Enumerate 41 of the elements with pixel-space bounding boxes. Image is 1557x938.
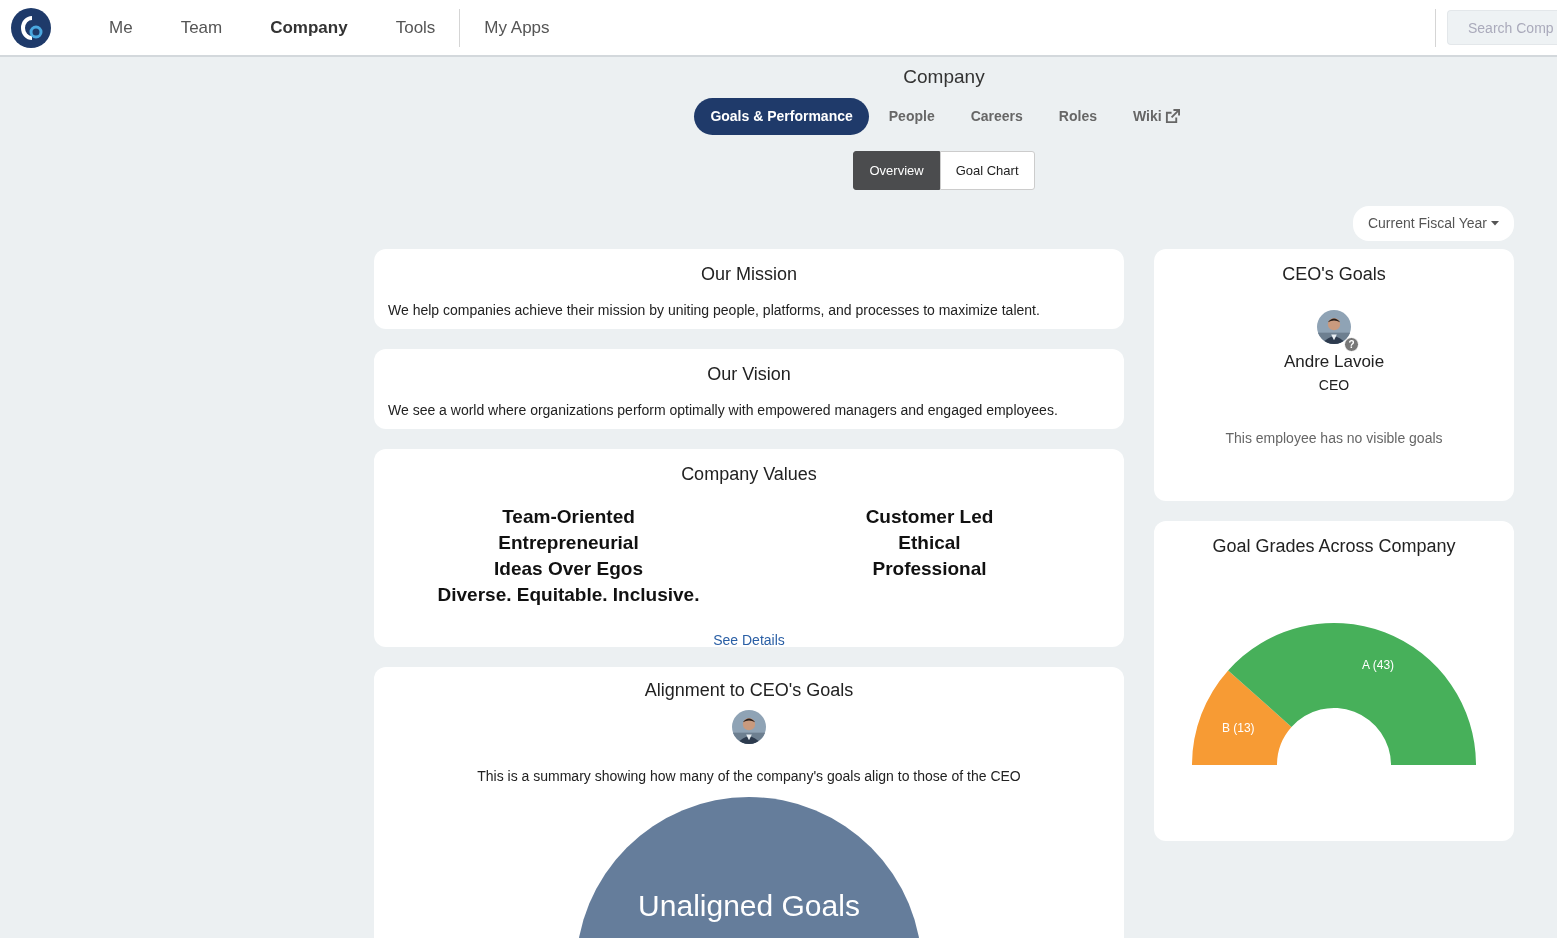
value-text: Professional — [871, 557, 988, 581]
tab[interactable]: Goals & Performance — [694, 97, 869, 135]
card-title: Our Mission — [700, 263, 798, 286]
card-title: Goal Grades Across Company — [1211, 535, 1457, 558]
person-name: Andre Lavoie — [1282, 351, 1386, 373]
value-text: Entrepreneurial — [497, 531, 640, 555]
tab[interactable]: Careers — [954, 97, 1039, 135]
see-details-link[interactable]: See Details — [713, 632, 785, 648]
nav-link[interactable]: Tools — [371, 14, 460, 41]
nav-link[interactable]: Team — [156, 14, 247, 41]
nav-link[interactable]: My Apps — [460, 14, 574, 41]
period-dropdown[interactable]: Current Fiscal Year — [1352, 206, 1514, 241]
external-link-icon — [1164, 108, 1180, 124]
help-badge[interactable]: ? — [1344, 337, 1359, 352]
card-title: Our Vision — [706, 363, 792, 386]
value-text: Diverse. Equitable. Inclusive. — [436, 583, 701, 607]
paragraph: We see a world where organizations perform optimally with empowered managers and engaged employees. — [388, 401, 1059, 420]
page-title: Company — [902, 65, 986, 89]
value-text: Ethical — [897, 531, 962, 555]
paragraph: We help companies achieve their mission by uniting people, platforms, and processes to maximize talent. — [388, 301, 1041, 320]
tab[interactable]: People — [872, 97, 951, 135]
data-label: B (13) — [1221, 721, 1255, 736]
nav-link[interactable]: Company — [246, 14, 372, 41]
tab[interactable]: Overview — [853, 150, 940, 190]
card-title: Alignment to CEO's Goals — [643, 679, 855, 702]
tab[interactable]: Goal Chart — [939, 150, 1035, 190]
card-title: Company Values — [680, 463, 818, 486]
value-text: Ideas Over Egos — [493, 557, 644, 581]
value-text: Team-Oriented — [501, 505, 636, 529]
empty-message: This employee has no visible goals — [1224, 428, 1444, 448]
tab[interactable]: Roles — [1042, 97, 1113, 135]
job-title: CEO — [1317, 375, 1351, 395]
card-title: CEO's Goals — [1281, 263, 1387, 286]
tab[interactable]: Wiki — [1116, 97, 1196, 135]
logo-icon[interactable] — [10, 6, 52, 49]
paragraph: This is a summary showing how many of the company's goals align to those of the CEO — [476, 767, 1022, 786]
nav-link[interactable]: Me — [85, 14, 157, 41]
search-field[interactable]: Search Comp — [1447, 10, 1557, 45]
value-text: Customer Led — [864, 505, 995, 529]
caret-icon — [1491, 221, 1499, 226]
data-label: A (43) — [1362, 657, 1395, 672]
